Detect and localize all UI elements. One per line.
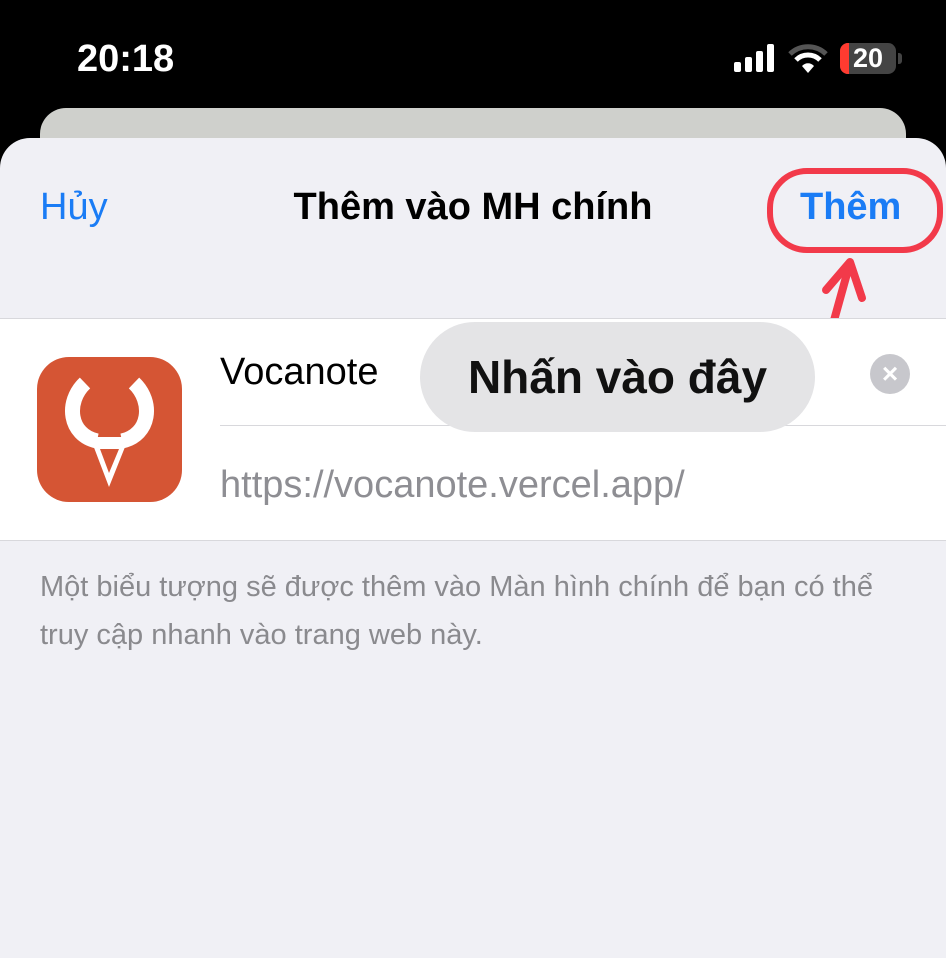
clear-text-icon[interactable]: × xyxy=(870,354,910,394)
app-url: https://vocanote.vercel.app/ xyxy=(220,464,685,506)
app-name-field[interactable]: Vocanote xyxy=(220,351,378,394)
battery-icon: 20 xyxy=(840,43,896,74)
highlight-oval xyxy=(767,168,943,253)
status-bar: 20:18 20 xyxy=(0,0,946,108)
vocanote-app-icon xyxy=(37,357,182,502)
cellular-signal-icon xyxy=(734,44,774,72)
footer-description: Một biểu tượng sẽ được thêm vào Màn hình… xyxy=(40,571,873,651)
tap-here-tooltip: Nhấn vào đây xyxy=(420,322,815,432)
battery-tip xyxy=(898,53,902,64)
status-time: 20:18 xyxy=(77,38,175,80)
wifi-icon xyxy=(788,44,828,73)
battery-level: 20 xyxy=(852,43,884,73)
